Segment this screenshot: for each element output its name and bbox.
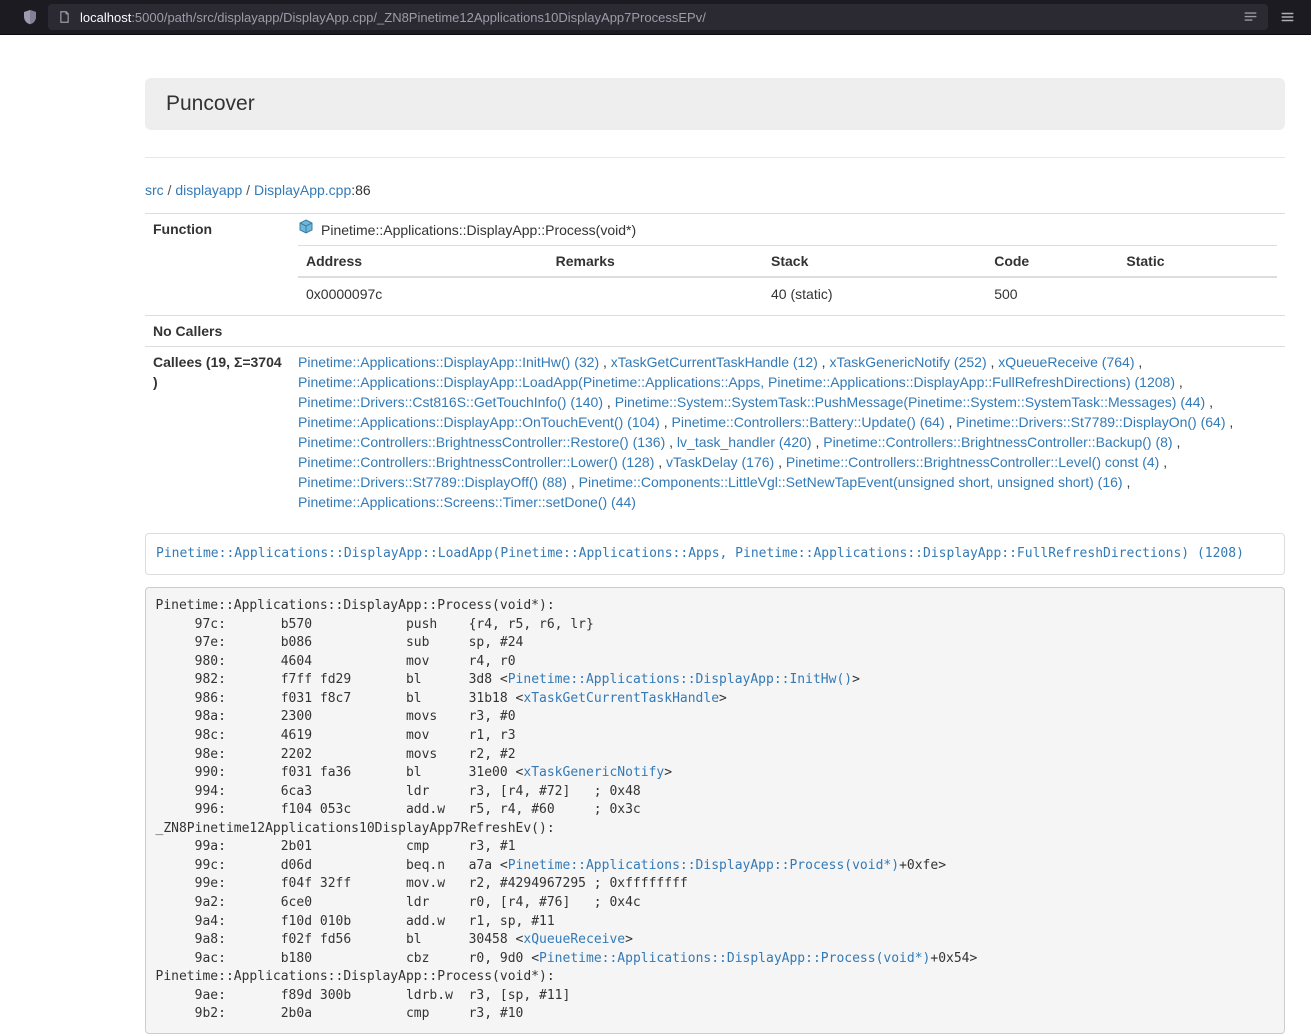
callees-separator: ,: [599, 354, 611, 370]
callees-separator: ,: [567, 474, 579, 490]
value-remarks: [548, 277, 763, 310]
callees-separator: ,: [660, 414, 672, 430]
details-header-row: Address Remarks Stack Code Static: [298, 246, 1277, 278]
page-header: Puncover: [145, 78, 1285, 130]
callee-link[interactable]: Pinetime::Applications::DisplayApp::Init…: [298, 354, 599, 370]
callees-label: Callees (19, Σ=3704 ): [145, 347, 290, 518]
callee-link[interactable]: vTaskDelay (176): [666, 454, 774, 470]
callees-separator: ,: [987, 354, 999, 370]
disassembly-block: Pinetime::Applications::DisplayApp::Proc…: [145, 587, 1285, 1034]
callees-separator: ,: [945, 414, 957, 430]
col-address: Address: [298, 246, 548, 278]
disassembly-symbol-link[interactable]: xQueueReceive: [523, 932, 625, 947]
callee-link[interactable]: Pinetime::Drivers::Cst816S::GetTouchInfo…: [298, 394, 603, 410]
callees-list: Pinetime::Applications::DisplayApp::Init…: [290, 347, 1285, 518]
highlighted-symbol-panel: Pinetime::Applications::DisplayApp::Load…: [145, 533, 1285, 575]
breadcrumb-link-DisplayApp.cpp[interactable]: DisplayApp.cpp: [254, 182, 351, 198]
callee-link[interactable]: Pinetime::Controllers::Battery::Update()…: [672, 414, 945, 430]
col-code: Code: [986, 246, 1118, 278]
value-code: 500: [986, 277, 1118, 310]
details-value-row: 0x0000097c 40 (static) 500: [298, 277, 1277, 310]
callee-link[interactable]: Pinetime::Controllers::BrightnessControl…: [786, 454, 1159, 470]
callees-separator: ,: [1175, 374, 1183, 390]
callees-separator: ,: [1123, 474, 1131, 490]
callee-link[interactable]: Pinetime::Controllers::BrightnessControl…: [298, 434, 665, 450]
callees-separator: ,: [1159, 454, 1167, 470]
shield-icon: [22, 9, 38, 25]
page-icon: [58, 4, 71, 30]
callees-separator: ,: [654, 454, 666, 470]
callees-separator: ,: [1226, 414, 1234, 430]
callee-link[interactable]: Pinetime::Applications::DisplayApp::Load…: [298, 374, 1175, 390]
breadcrumb-separator: /: [164, 182, 176, 198]
callee-link[interactable]: xQueueReceive (764): [998, 354, 1134, 370]
breadcrumb-separator: /: [242, 182, 254, 198]
callees-separator: ,: [818, 354, 830, 370]
callee-link[interactable]: Pinetime::Controllers::BrightnessControl…: [298, 454, 654, 470]
symbol-table: Function Pinetime::Applications::Display…: [145, 213, 1285, 517]
callee-link[interactable]: Pinetime::System::SystemTask::PushMessag…: [615, 394, 1206, 410]
callee-link[interactable]: Pinetime::Drivers::St7789::DisplayOn() (…: [956, 414, 1225, 430]
callee-link[interactable]: xTaskGenericNotify (252): [829, 354, 986, 370]
col-stack: Stack: [763, 246, 986, 278]
menu-icon[interactable]: [1280, 4, 1295, 30]
callees-row: Callees (19, Σ=3704 ) Pinetime::Applicat…: [145, 347, 1285, 518]
browser-toolbar: localhost:5000/path/src/displayapp/Displ…: [0, 0, 1311, 35]
highlighted-symbol-link[interactable]: Pinetime::Applications::DisplayApp::Load…: [156, 546, 1244, 561]
function-name: Pinetime::Applications::DisplayApp::Proc…: [321, 220, 636, 240]
breadcrumb-link-displayapp[interactable]: displayapp: [175, 182, 242, 198]
url-host: localhost: [80, 10, 131, 25]
callees-separator: ,: [1205, 394, 1213, 410]
callees-separator: ,: [603, 394, 615, 410]
callers-label: No Callers: [145, 316, 290, 347]
callees-separator: ,: [812, 434, 824, 450]
disassembly-symbol-link[interactable]: Pinetime::Applications::DisplayApp::Proc…: [539, 951, 930, 966]
callee-link[interactable]: Pinetime::Applications::DisplayApp::OnTo…: [298, 414, 660, 430]
function-details-table: Address Remarks Stack Code Static 0x0000…: [298, 245, 1277, 310]
col-static: Static: [1118, 246, 1277, 278]
callees-separator: ,: [774, 454, 786, 470]
tracking-protection-shield-icon[interactable]: [22, 4, 38, 30]
value-stack: 40 (static): [763, 277, 986, 310]
url-path: :5000/path/src/displayapp/DisplayApp.cpp…: [131, 10, 706, 25]
function-row-label: Function: [145, 214, 290, 316]
function-row: Function Pinetime::Applications::Display…: [145, 214, 1285, 316]
col-remarks: Remarks: [548, 246, 763, 278]
function-name-line: Pinetime::Applications::DisplayApp::Proc…: [298, 219, 1277, 240]
callee-link[interactable]: Pinetime::Components::LittleVgl::SetNewT…: [579, 474, 1123, 490]
callee-link[interactable]: lv_task_handler (420): [677, 434, 812, 450]
page-content: Puncover src / displayapp / DisplayApp.c…: [145, 78, 1285, 1034]
url-text: localhost:5000/path/src/displayapp/Displ…: [80, 10, 706, 25]
callers-row: No Callers: [145, 316, 1285, 347]
value-static: [1118, 277, 1277, 310]
url-bar[interactable]: localhost:5000/path/src/displayapp/Displ…: [48, 4, 1268, 30]
breadcrumb-link-src[interactable]: src: [145, 182, 164, 198]
callee-link[interactable]: Pinetime::Drivers::St7789::DisplayOff() …: [298, 474, 567, 490]
callees-separator: ,: [1134, 354, 1142, 370]
function-icon: [298, 219, 314, 240]
value-address: 0x0000097c: [298, 277, 548, 310]
callees-separator: ,: [665, 434, 677, 450]
callees-separator: ,: [1173, 434, 1181, 450]
disassembly-symbol-link[interactable]: xTaskGenericNotify: [523, 765, 664, 780]
breadcrumb-line-number: :86: [351, 182, 370, 198]
callee-link[interactable]: Pinetime::Applications::Screens::Timer::…: [298, 494, 636, 510]
divider: [145, 157, 1285, 158]
disassembly-symbol-link[interactable]: xTaskGetCurrentTaskHandle: [523, 691, 719, 706]
reader-view-icon[interactable]: [1243, 4, 1258, 30]
callee-link[interactable]: Pinetime::Controllers::BrightnessControl…: [823, 434, 1172, 450]
disassembly-symbol-link[interactable]: Pinetime::Applications::DisplayApp::Init…: [508, 672, 852, 687]
page-title: Puncover: [166, 92, 255, 115]
breadcrumb: src / displayapp / DisplayApp.cpp:86: [145, 180, 1285, 200]
disassembly-symbol-link[interactable]: Pinetime::Applications::DisplayApp::Proc…: [508, 858, 899, 873]
callee-link[interactable]: xTaskGetCurrentTaskHandle (12): [611, 354, 818, 370]
